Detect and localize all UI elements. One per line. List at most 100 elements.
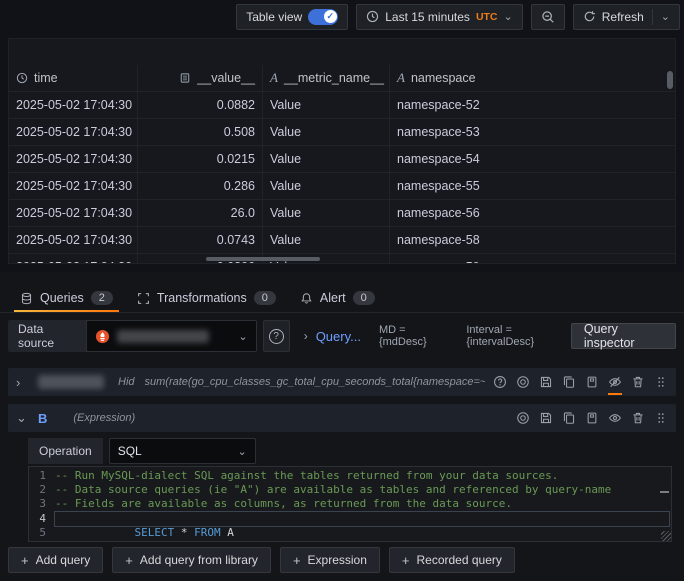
string-column-icon: A [270,70,278,86]
record-icon[interactable] [516,375,530,389]
drag-handle-icon[interactable] [654,411,668,425]
tab-label: Transformations [157,291,247,305]
data-table: time __value__ A __metric_name__ A names… [9,65,675,264]
zoom-out-button[interactable] [531,4,565,30]
cell-value: 0.508 [138,118,263,145]
code-line: 3 -- Fields are available as columns, as… [29,497,671,511]
query-row-a: › Hid sum(rate(go_cpu_classes_gc_total_c… [8,368,676,396]
table-header-row: time __value__ A __metric_name__ A names… [9,65,675,91]
vertical-scrollbar[interactable] [667,71,673,89]
drag-handle-icon[interactable] [654,375,668,389]
column-header-metric-name[interactable]: A __metric_name__ [263,65,390,91]
cell-metric: Value [263,118,390,145]
refresh-icon [583,10,596,23]
trash-icon[interactable] [631,411,645,425]
chevron-down-icon: ⌄ [237,445,246,458]
collapse-chevron-icon[interactable]: ⌄ [16,410,38,426]
code-line: 1 -- Run MySQL-dialect SQL against the t… [29,469,671,483]
table-row[interactable]: 2025-05-02 17:04:30 0.0743 Value namespa… [9,226,675,253]
record-icon[interactable] [516,411,530,425]
tab-label: Alert [320,291,346,305]
column-header-namespace[interactable]: A namespace [390,65,675,91]
query-a-name-redacted [38,375,104,389]
expand-chevron-icon[interactable]: › [16,375,38,390]
tab-transformations[interactable]: Transformations 0 [125,284,288,312]
string-column-icon: A [397,70,405,86]
eye-slash-icon[interactable] [608,375,622,389]
line-number: 5 [29,526,55,540]
sql-code-editor[interactable]: 1 -- Run MySQL-dialect SQL against the t… [28,466,672,542]
cell-namespace: namespace-59 [390,253,675,264]
operation-select[interactable]: SQL ⌄ [109,438,256,464]
tab-queries[interactable]: Queries 2 [8,284,125,312]
table-panel: time __value__ A __metric_name__ A names… [8,38,676,264]
table-view-label: Table view [246,10,302,24]
add-recorded-query-button[interactable]: + Recorded query [389,547,515,573]
copy-icon[interactable] [562,375,576,389]
table-row[interactable]: 2025-05-02 17:04:30 0.0882 Value namespa… [9,91,675,118]
time-range-picker[interactable]: Last 15 minutes UTC ⌄ [356,4,523,30]
horizontal-scrollbar[interactable] [206,257,320,261]
code-line-current: 4 SELECT * FROM A [29,512,671,526]
query-footer-actions: + Add query + Add query from library + E… [8,547,515,573]
cell-metric: Value [263,145,390,172]
column-header-time[interactable]: time [9,65,138,91]
cell-value: 0.0743 [138,226,263,253]
eye-icon[interactable] [608,411,622,425]
add-query-button[interactable]: + Add query [8,547,103,573]
table-row[interactable]: 2025-05-02 17:04:30 26.0 Value namespace… [9,199,675,226]
code-line: 5 [29,526,671,540]
line-number: 1 [29,469,55,483]
cell-metric: Value [263,226,390,253]
time-column-icon [16,72,28,84]
add-expression-button[interactable]: + Expression [280,547,380,573]
save-icon[interactable] [539,411,553,425]
query-ref-name[interactable]: B [38,411,47,426]
editor-resize-handle[interactable] [661,531,671,541]
table-view-toggle[interactable]: ✓ [308,9,338,25]
clipped-table-row: 2025-05-02 17:04:30 0.0806 Value namespa… [9,253,675,264]
refresh-label: Refresh [602,10,644,24]
query-a-expression: sum(rate(go_cpu_classes_gc_total_cpu_sec… [145,376,485,388]
query-inspector-button[interactable]: Query inspector [571,323,676,349]
chevron-down-icon: ⌄ [504,10,513,23]
copy-icon[interactable] [562,411,576,425]
cell-namespace: namespace-53 [390,118,675,145]
expression-operation-row: Operation SQL ⌄ [28,438,256,464]
cell-time: 2025-05-02 17:04:30 [9,145,138,172]
add-query-from-library-button[interactable]: + Add query from library [112,547,271,573]
divider [652,9,653,25]
button-label: Recorded query [417,553,502,567]
cell-value: 26.0 [138,199,263,226]
help-icon[interactable] [493,375,507,389]
query-breadcrumb-link[interactable]: Query... [316,329,361,344]
clipboard-icon[interactable] [585,411,599,425]
toggle-check-icon: ✓ [324,10,337,23]
query-row-b-header: ⌄ B (Expression) [8,404,676,432]
line-number: 4 [29,512,55,526]
cell-namespace: namespace-58 [390,226,675,253]
table-row[interactable]: 2025-05-02 17:04:30 0.508 Value namespac… [9,118,675,145]
time-range-label: Last 15 minutes [385,10,470,24]
datasource-bar: Data source ⌄ ? › Query... MD = {mdDesc}… [8,320,676,352]
column-header-value[interactable]: __value__ [138,65,263,91]
cell-metric: Value [263,199,390,226]
table-row[interactable]: 2025-05-02 17:04:30 0.0215 Value namespa… [9,145,675,172]
cell-time: 2025-05-02 17:04:30 [9,172,138,199]
clipboard-icon[interactable] [585,375,599,389]
query-b-actions [516,411,668,425]
datasource-help-button[interactable]: ? [263,320,290,352]
table-view-toggle-group[interactable]: Table view ✓ [236,4,348,30]
trash-icon[interactable] [631,375,645,389]
datasource-picker[interactable]: ⌄ [86,320,257,352]
save-icon[interactable] [539,375,553,389]
sql-comment: -- Run MySQL-dialect SQL against the tab… [55,469,671,483]
tab-alert[interactable]: Alert 0 [288,284,387,312]
refresh-interval-chevron-icon[interactable]: ⌄ [661,10,670,23]
table-row[interactable]: 2025-05-02 17:04:30 0.286 Value namespac… [9,172,675,199]
line-number: 2 [29,483,55,497]
md-desc-text: MD = {mdDesc} [379,324,448,348]
cell-value: 0.0882 [138,91,263,118]
refresh-button-group[interactable]: Refresh ⌄ [573,4,680,30]
chevron-down-icon: ⌄ [238,330,247,343]
